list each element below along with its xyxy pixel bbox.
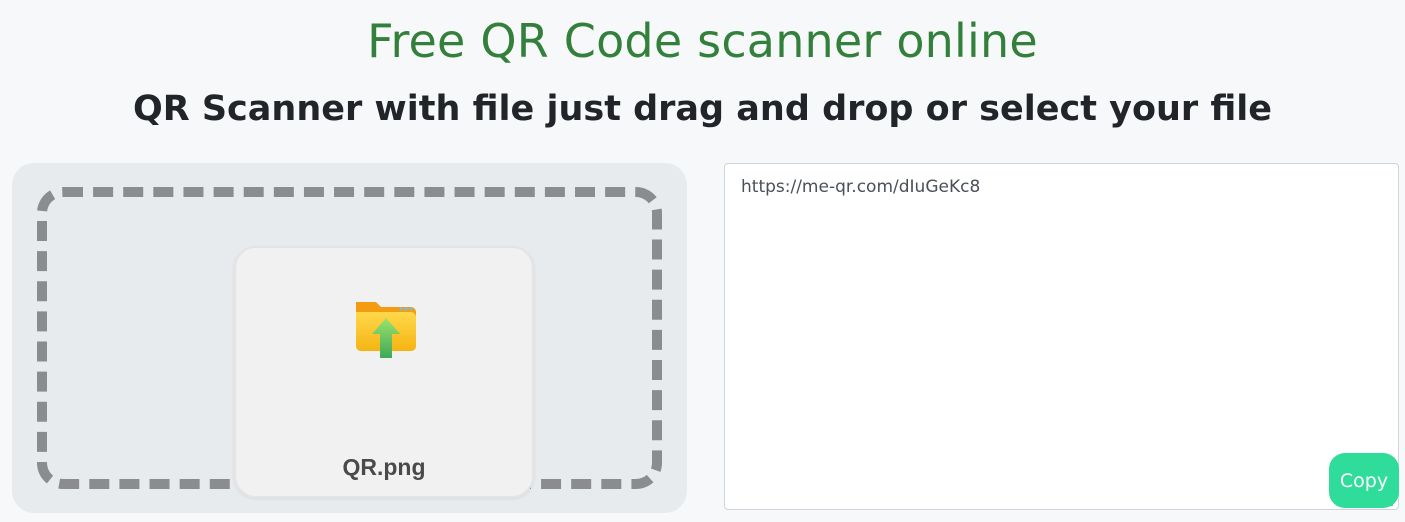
copy-button[interactable]: Copy [1329,453,1399,508]
file-drop-panel: QR.png [12,163,687,513]
scan-result-textarea[interactable]: https://me-qr.com/dIuGeKc8 [724,163,1399,510]
file-card[interactable]: QR.png [234,246,534,498]
drag-drop-zone[interactable]: QR.png [37,187,662,498]
folder-upload-icon [356,302,416,358]
page-title: Free QR Code scanner online [367,14,1038,68]
file-name: QR.png [342,454,426,480]
page-subtitle: QR Scanner with file just drag and drop … [132,89,1273,129]
